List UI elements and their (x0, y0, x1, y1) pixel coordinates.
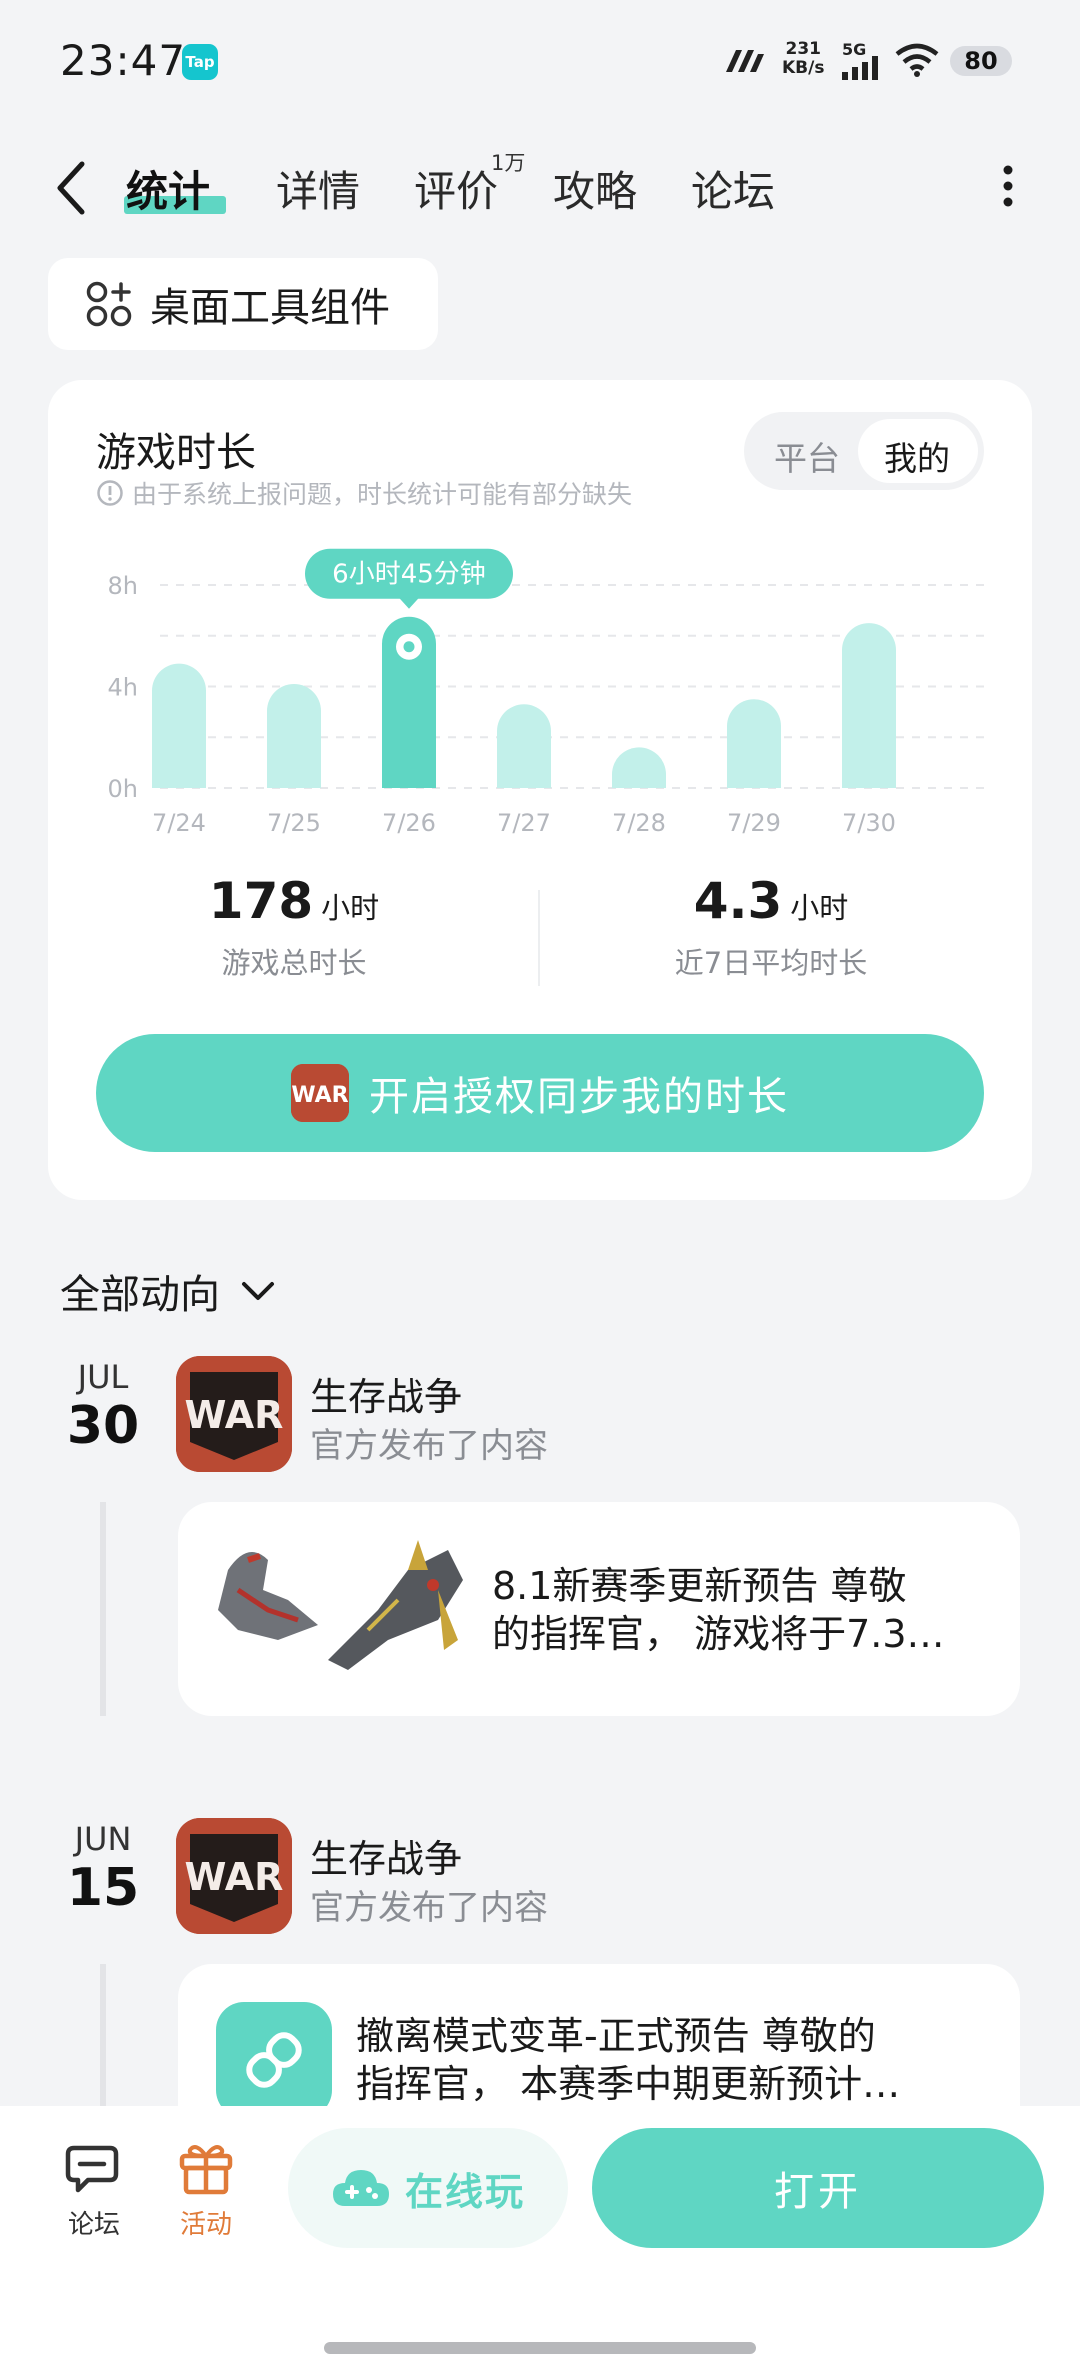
chart-bar (497, 704, 551, 788)
feed-month: JUN (74, 1820, 132, 1858)
info-icon (97, 480, 123, 506)
activity-label: 活动 (179, 2210, 232, 2240)
total-time-label: 游戏总时长 (221, 946, 367, 980)
signal-strength-icon (726, 50, 764, 72)
play-time-bar-chart: 0h 4h 8h 7/24 7/25 7/26 6小时45分钟 7/27 7/28 7/29 7/3… (108, 548, 984, 837)
x-tick-label: 7/26 (382, 809, 436, 837)
toggle-mine[interactable]: 我的 (884, 432, 950, 480)
feed-date-2: JUN 15 (58, 1820, 148, 1918)
average-time-value: 4.3 (693, 872, 783, 930)
battery-indicator: 80 (950, 46, 1012, 76)
feed-filter-label: 全部动向 (60, 1272, 220, 1318)
game-avatar[interactable]: WAR (176, 1818, 292, 1934)
timeline-line (100, 1502, 106, 1716)
chart-bar (727, 699, 781, 788)
chart-tooltip-pointer (399, 597, 419, 609)
tap-app-badge: Tap (182, 44, 218, 80)
x-tick-label: 7/28 (612, 809, 666, 837)
y-tick-label: 4h (108, 674, 138, 702)
net-speed: 231 KB/s (782, 39, 825, 78)
y-tick-label: 8h (108, 572, 138, 600)
more-menu-icon[interactable] (994, 162, 1022, 212)
chart-bar (152, 663, 206, 788)
highlight-marker-dot (403, 641, 415, 653)
card-title: 游戏时长 (96, 430, 256, 476)
toggle-platform[interactable]: 平台 (774, 432, 840, 480)
feed-game-name[interactable]: 生存战争 (310, 1828, 462, 1883)
svg-text:WAR: WAR (291, 1083, 348, 1108)
back-arrow-icon[interactable] (52, 160, 88, 216)
reviews-count-badge: 1万 (491, 151, 526, 175)
x-tick-label: 7/25 (267, 809, 321, 837)
total-time-value: 178 (208, 872, 314, 930)
link-icon (216, 2002, 332, 2118)
chart-bar (612, 747, 666, 788)
average-time-unit: 小时 (790, 891, 849, 925)
cell-bars-icon (842, 56, 878, 80)
desktop-widget-button[interactable]: 桌面工具组件 (48, 258, 438, 350)
feed-day: 15 (66, 1858, 140, 1918)
feed-date-1: JUL 30 (58, 1358, 148, 1456)
home-indicator[interactable] (324, 2342, 756, 2354)
play-online-button[interactable]: 在线玩 (288, 2128, 568, 2248)
chart-tooltip-text: 6小时45分钟 (332, 560, 486, 590)
status-time: 23:47 (60, 36, 187, 85)
open-game-label: 打开 (774, 2169, 862, 2215)
card-note: 由于系统上报问题，时长统计可能有部分缺失 (96, 475, 632, 511)
svg-text:WAR: WAR (185, 1393, 284, 1437)
play-online-label: 在线玩 (404, 2169, 525, 2214)
timeline-line (100, 1964, 106, 2106)
feed-filter-dropdown[interactable]: 全部动向 (60, 1262, 278, 1320)
x-tick-label: 7/29 (727, 809, 781, 837)
post-preview-text: 8.1新赛季更新预告 尊敬 的指挥官， 游戏将于7.3… (492, 1564, 945, 1656)
tab-stats[interactable]: 统计 (126, 158, 210, 219)
cloud-gamepad-icon (332, 2170, 389, 2206)
forum-icon (65, 2145, 119, 2193)
average-time-stat: 4.3 小时 近7日平均时长 (540, 872, 1002, 982)
open-game-button[interactable]: 打开 (592, 2128, 1044, 2248)
x-tick-label: 7/30 (842, 809, 896, 837)
tab-details[interactable]: 详情 (276, 158, 360, 219)
sync-playtime-button[interactable]: WAR 开启授权同步我的时长 (96, 1034, 984, 1152)
widget-button-label: 桌面工具组件 (150, 285, 390, 331)
feed-subtitle: 官方发布了内容 (310, 1888, 548, 1928)
post-preview-text: 撤离模式变革-正式预告 尊敬的 指挥官， 本赛季中期更新预计… (356, 2014, 901, 2106)
y-tick-label: 0h (108, 775, 138, 803)
gift-icon (179, 2145, 233, 2195)
tab-reviews[interactable]: 评价 (414, 158, 498, 219)
x-tick-label: 7/24 (152, 809, 206, 837)
tab-forum[interactable]: 论坛 (691, 158, 775, 219)
chart-bar (842, 623, 896, 788)
game-avatar[interactable]: WAR (176, 1356, 292, 1472)
tab-guides[interactable]: 攻略 (553, 158, 637, 219)
x-tick-label: 7/27 (497, 809, 551, 837)
activity-nav-button[interactable]: 活动 (168, 2140, 244, 2241)
game-logo-icon: WAR (291, 1064, 349, 1122)
feed-day: 30 (66, 1396, 140, 1456)
sync-button-label: 开启授权同步我的时长 (369, 1074, 789, 1120)
feed-game-name[interactable]: 生存战争 (310, 1366, 462, 1421)
widgets-icon (86, 281, 132, 327)
feed-subtitle: 官方发布了内容 (310, 1426, 548, 1466)
chevron-down-icon (242, 1282, 274, 1300)
total-time-unit: 小时 (321, 891, 380, 925)
svg-text:WAR: WAR (185, 1855, 284, 1899)
average-time-label: 近7日平均时长 (674, 946, 868, 980)
forum-nav-button[interactable]: 论坛 (56, 2140, 132, 2241)
chart-bar (267, 683, 321, 788)
mech-thumbnail (218, 1540, 463, 1670)
total-time-stat: 178 小时 游戏总时长 (48, 872, 540, 982)
wifi-icon (895, 43, 939, 77)
forum-label: 论坛 (67, 2210, 120, 2240)
feed-month: JUL (77, 1358, 129, 1396)
